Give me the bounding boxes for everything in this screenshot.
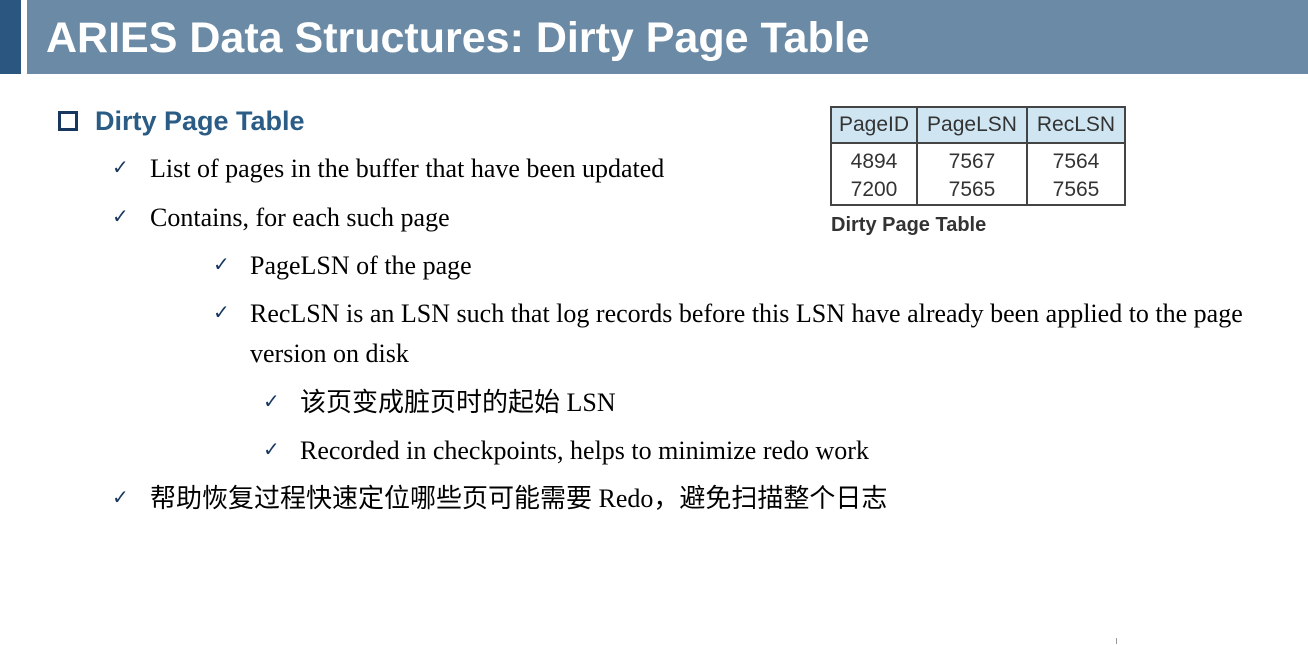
checkmark-icon: ✓ [213, 300, 230, 324]
bullet-redo-chinese: 帮助恢复过程快速定位哪些页可能需要 Redo，避免扫描整个日志 [150, 484, 888, 513]
column-header-pagelsn: PageLSN [917, 107, 1028, 144]
bullet-pagelsn: PageLSN of the page [250, 251, 472, 280]
checkmark-icon: ✓ [112, 204, 129, 228]
table-caption: Dirty Page Table [831, 214, 987, 236]
column-header-pageid: PageID [831, 107, 918, 144]
square-bullet-icon [58, 111, 78, 131]
slide-title: ARIES Data Structures: Dirty Page Table [46, 14, 870, 62]
table-cell-pagelsn: 7567 [917, 143, 1028, 176]
bullet-reclsn: RecLSN is an LSN such that log records b… [250, 299, 1243, 368]
dirty-page-table: PageID PageLSN RecLSN 4894 7567 7564 720… [830, 106, 1126, 206]
bullet-contains: Contains, for each such page [150, 203, 450, 232]
table-cell-pageid: 4894 [831, 143, 918, 176]
heading-row: Dirty Page Table [58, 104, 305, 138]
table-row: 7200 7565 7565 [831, 176, 1125, 205]
checkmark-icon: ✓ [263, 389, 280, 413]
table-cell-reclsn: 7564 [1052, 150, 1100, 173]
table-cell-pagelsn: 7565 [917, 176, 1028, 205]
slide: ARIES Data Structures: Dirty Page Table … [0, 0, 1308, 645]
column-header-reclsn: RecLSN [1027, 107, 1125, 144]
table-header-row: PageID PageLSN RecLSN [831, 107, 1125, 144]
title-accent-bar [0, 0, 21, 74]
table-row: 4894 7567 7564 [831, 143, 1125, 176]
checkmark-icon: ✓ [263, 437, 280, 461]
bullet-checkpoints: Recorded in checkpoints, helps to minimi… [300, 436, 869, 465]
section-heading: Dirty Page Table [95, 105, 305, 136]
bullet-list-pages: List of pages in the buffer that have be… [150, 154, 665, 183]
table-cell-reclsn: 7565 [1052, 178, 1100, 201]
checkmark-icon: ✓ [112, 155, 129, 179]
footer-tick-mark [1116, 638, 1117, 644]
table-cell-pageid: 7200 [831, 176, 918, 205]
checkmark-icon: ✓ [112, 485, 129, 509]
bullet-reclsn-chinese: 该页变成脏页时的起始 LSN [300, 388, 616, 417]
checkmark-icon: ✓ [213, 252, 230, 276]
